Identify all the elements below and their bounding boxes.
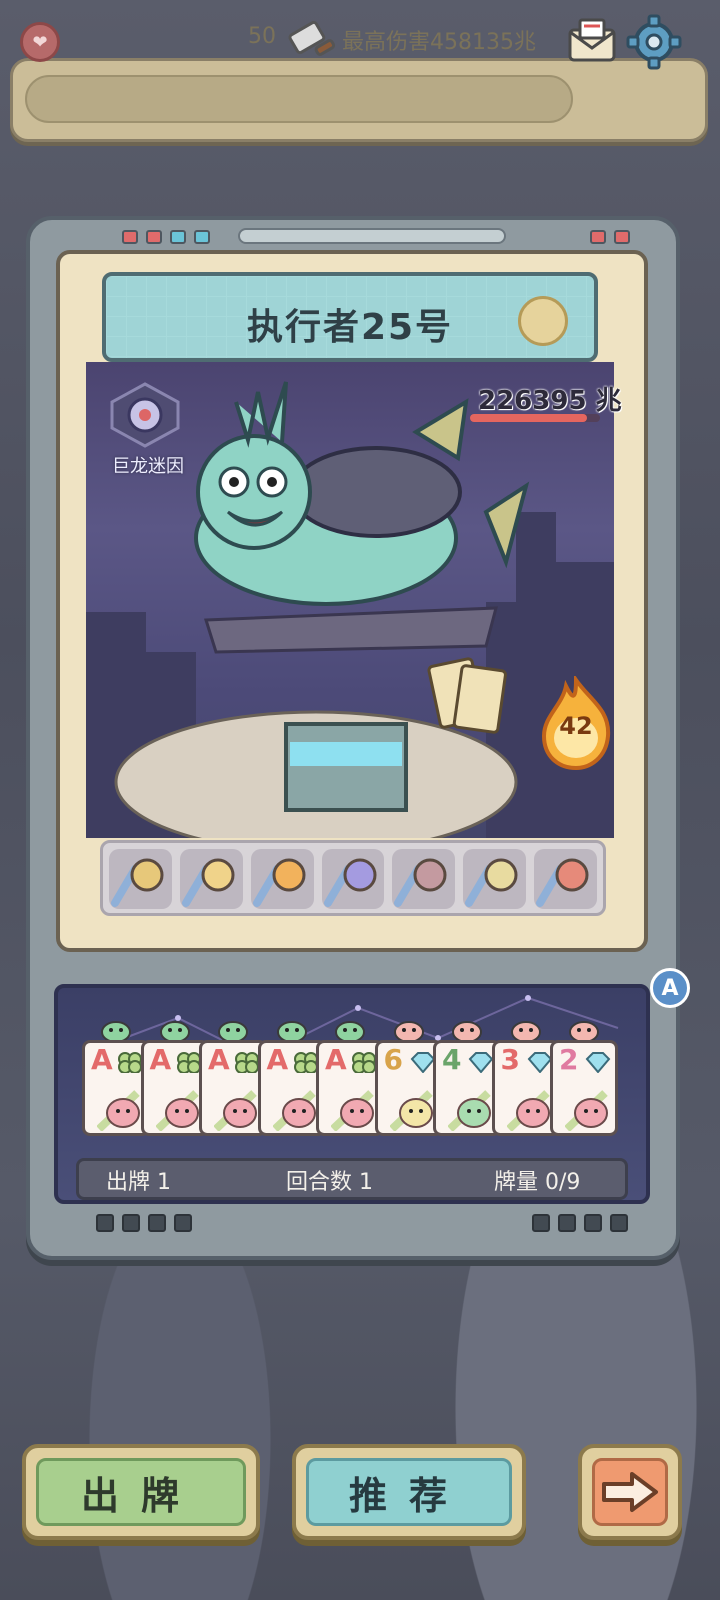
pig-head-icon	[510, 1018, 542, 1043]
crystal-relic[interactable]	[321, 849, 385, 909]
angel-face-icon	[388, 1089, 434, 1132]
card-rank: 2	[559, 1043, 579, 1076]
recommend-button[interactable]: 推荐	[292, 1444, 526, 1540]
coin-count: 50	[248, 24, 276, 49]
card-rank: 4	[442, 1043, 462, 1076]
dragon-meme-icon[interactable]	[108, 382, 182, 448]
pig-head-icon	[568, 1018, 600, 1043]
pig-head-icon	[451, 1018, 483, 1043]
meme-label: 巨龙迷因	[112, 456, 184, 477]
boss-hp-bar	[470, 414, 600, 422]
card-rank: 3	[500, 1043, 520, 1076]
frog-head-icon	[159, 1018, 191, 1043]
diamond-icon	[583, 1051, 613, 1074]
board-slot	[238, 228, 506, 244]
frog-face-icon	[447, 1089, 492, 1132]
playing-card[interactable]: A	[199, 1040, 267, 1136]
arrow-right-icon	[602, 1472, 658, 1512]
staff-relic[interactable]	[534, 849, 598, 909]
card-rank: A	[91, 1043, 113, 1076]
playing-card[interactable]: 4	[433, 1040, 501, 1136]
next-button[interactable]	[578, 1444, 682, 1540]
bolts-left	[96, 1214, 192, 1232]
heart-coin-icon: ❤	[20, 22, 60, 62]
cleaver-icon	[288, 20, 336, 56]
card-rank: A	[266, 1043, 289, 1076]
indicator-lights-right	[590, 230, 630, 244]
playing-card[interactable]: A	[316, 1040, 384, 1136]
pig-face-icon	[213, 1089, 258, 1132]
play-count-label: 出牌 1	[106, 1170, 172, 1195]
relic-bar	[100, 840, 606, 916]
pig-face-icon	[271, 1089, 317, 1132]
card-rank: 6	[383, 1043, 403, 1076]
frog-head-icon	[334, 1018, 366, 1043]
card-rank: A	[325, 1043, 347, 1076]
next-button-face	[592, 1458, 668, 1526]
frog-head-icon	[217, 1018, 249, 1043]
resource-bar	[25, 75, 573, 123]
deck-count-label: 牌量 0/9	[494, 1170, 581, 1195]
mail-icon[interactable]	[566, 16, 618, 66]
shell-relic[interactable]	[179, 849, 243, 909]
pig-face-icon	[154, 1089, 200, 1132]
card-deck-icon[interactable]	[518, 296, 568, 346]
card-relic[interactable]	[463, 849, 527, 909]
recommend-button-label: 推荐	[306, 1458, 512, 1526]
top-bar	[10, 58, 708, 142]
card-rank: A	[149, 1043, 172, 1076]
round-count-label: 回合数 1	[286, 1170, 374, 1195]
frog-head-icon	[100, 1018, 132, 1043]
indicator-lights-left	[122, 230, 210, 244]
play-button-label: 出牌	[36, 1458, 246, 1526]
playing-card[interactable]: 2	[550, 1040, 618, 1136]
frog-head-icon	[276, 1018, 308, 1043]
pig-face-icon	[96, 1089, 141, 1132]
ring-relic[interactable]	[109, 849, 172, 909]
bolts-right	[532, 1214, 628, 1232]
pig-face-icon	[330, 1089, 375, 1132]
card-rank: A	[208, 1043, 230, 1076]
play-button[interactable]: 出牌	[22, 1444, 260, 1540]
pig-head-icon	[393, 1018, 425, 1043]
boss-hp-fill	[470, 414, 587, 422]
feather-relic[interactable]	[250, 849, 314, 909]
max-damage-label: 最高伤害458135兆	[342, 30, 536, 55]
gear-icon[interactable]	[626, 14, 682, 70]
auto-play-button[interactable]: A	[650, 968, 690, 1008]
playing-card[interactable]: A	[82, 1040, 150, 1136]
pig-face-icon	[505, 1089, 551, 1132]
boss-hp-value: 226395 兆	[478, 386, 622, 416]
fire-count: 42	[559, 712, 593, 740]
pink-pig-face-icon	[564, 1089, 609, 1132]
bow-relic[interactable]	[392, 849, 456, 909]
